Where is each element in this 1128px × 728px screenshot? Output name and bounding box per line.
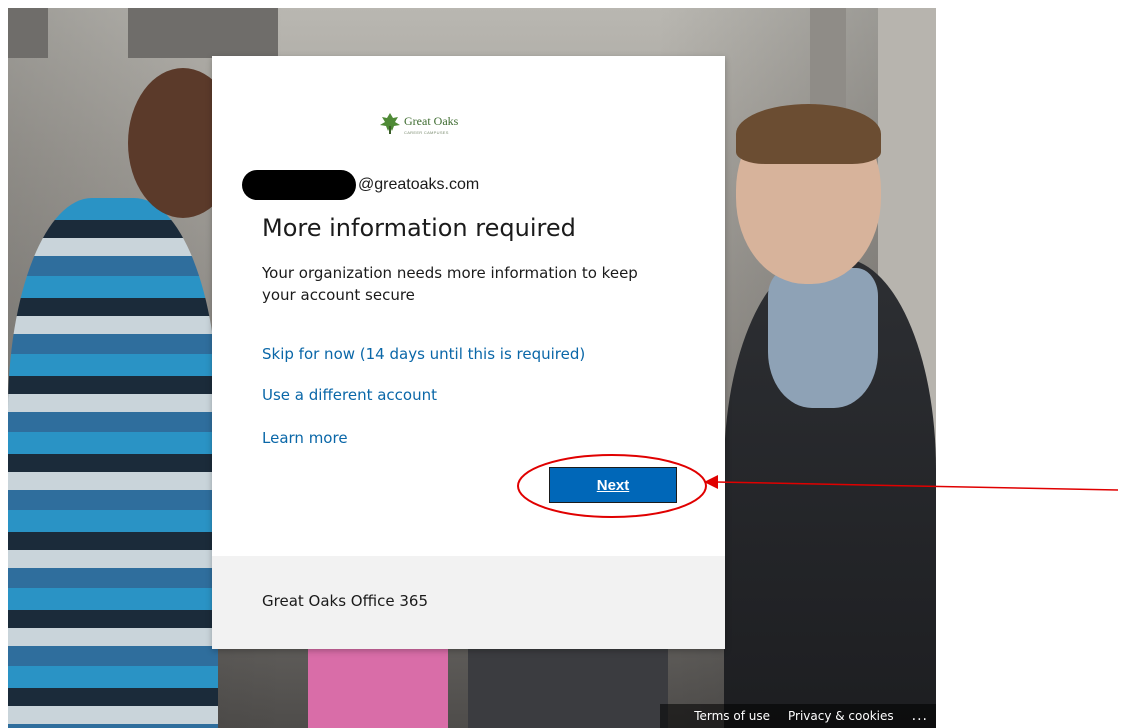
- card-content: Great Oaks CAREER CAMPUSES @greatoaks.co…: [212, 56, 725, 556]
- background-person-right-hair: [736, 104, 881, 164]
- account-identity: @greatoaks.com: [242, 170, 479, 200]
- use-different-account-link[interactable]: Use a different account: [262, 386, 437, 404]
- logo-subtitle: CAREER CAMPUSES: [404, 129, 449, 135]
- skip-for-now-link[interactable]: Skip for now (14 days until this is requ…: [262, 345, 585, 363]
- card-footer: Great Oaks Office 365: [212, 556, 725, 649]
- background-person-right-collar: [768, 268, 878, 408]
- organization-logo: Great Oaks CAREER CAMPUSES: [378, 111, 458, 135]
- logo-name: Great Oaks: [404, 113, 459, 128]
- sign-in-card: Great Oaks CAREER CAMPUSES @greatoaks.co…: [212, 56, 725, 649]
- background-window: [8, 8, 48, 58]
- oak-tree-icon: [380, 113, 400, 134]
- logo-text: Great Oaks CAREER CAMPUSES: [404, 112, 458, 135]
- privacy-cookies-link[interactable]: Privacy & cookies: [788, 709, 894, 723]
- next-button[interactable]: Next: [549, 467, 677, 503]
- description-text: Your organization needs more information…: [262, 264, 638, 304]
- page-title: More information required: [262, 214, 576, 242]
- more-options-icon[interactable]: ...: [912, 708, 928, 724]
- learn-more-link[interactable]: Learn more: [262, 429, 348, 447]
- terms-of-use-link[interactable]: Terms of use: [694, 709, 770, 723]
- background-person-left: [8, 198, 218, 728]
- email-domain: @greatoaks.com: [358, 176, 480, 193]
- background-window: [128, 8, 278, 58]
- redacted-username: [242, 170, 356, 200]
- organization-name: Great Oaks Office 365: [262, 592, 428, 610]
- page-footer: Terms of use Privacy & cookies ...: [660, 704, 936, 728]
